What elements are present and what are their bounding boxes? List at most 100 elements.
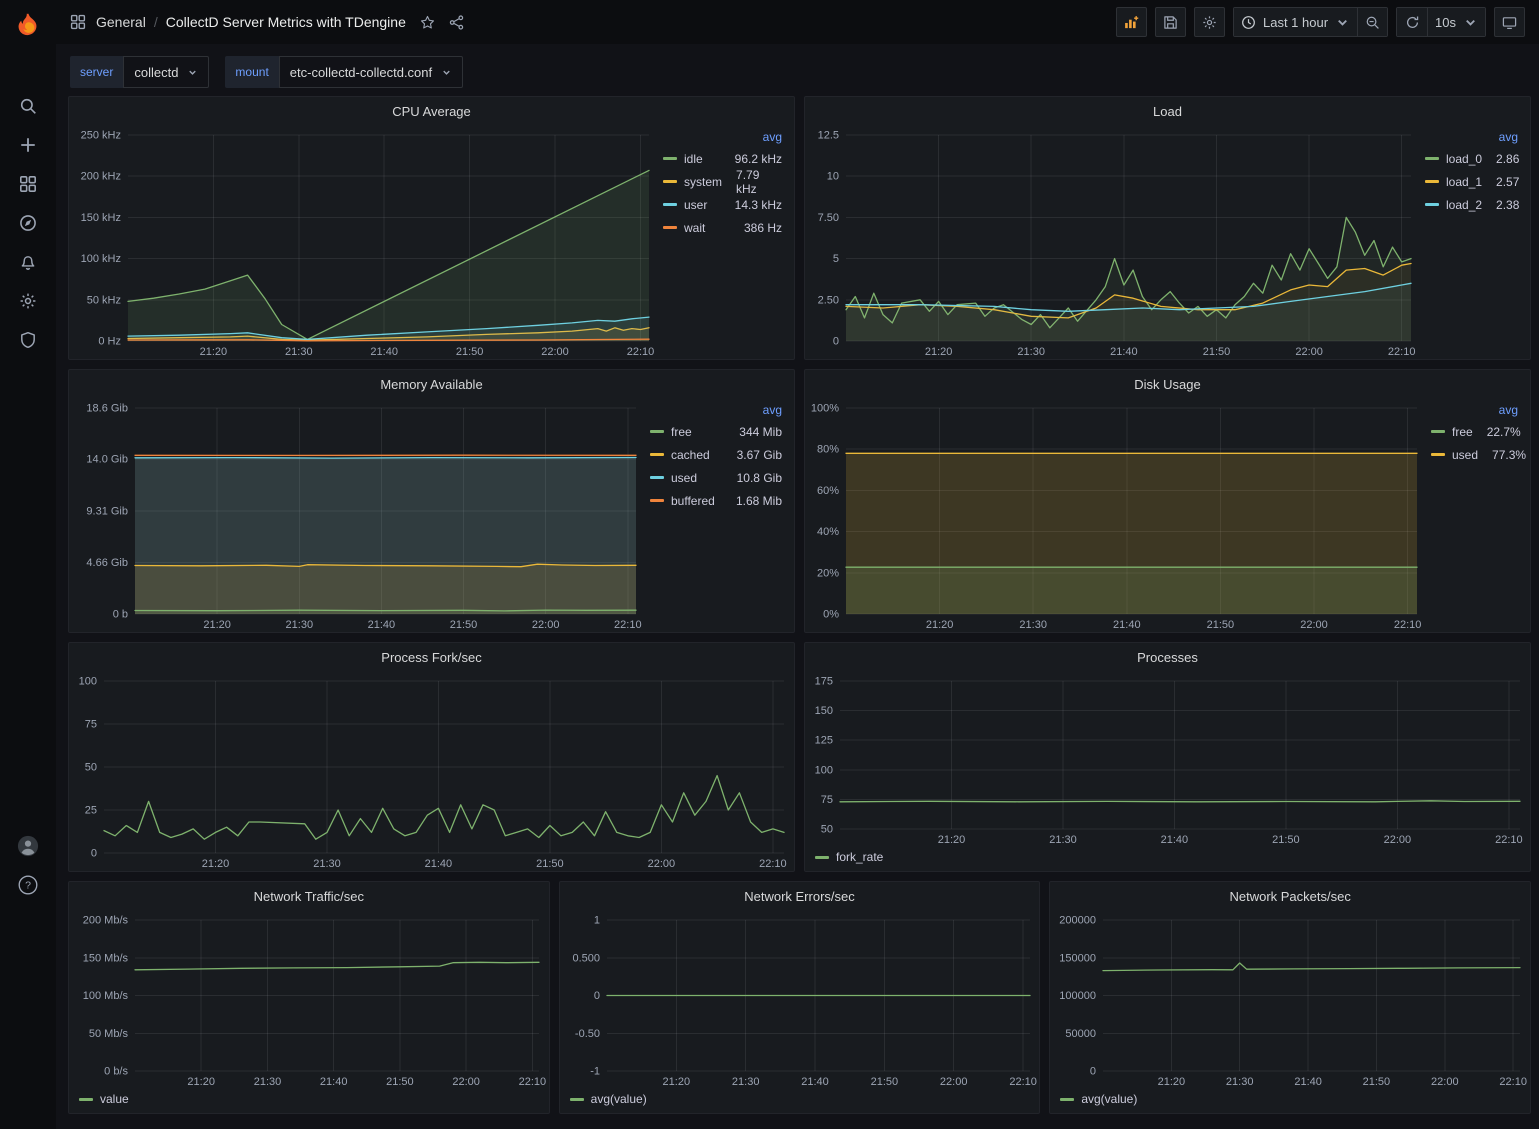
legend-item[interactable]: user14.3 kHz (663, 193, 782, 216)
user-avatar[interactable] (8, 826, 48, 865)
alerting-bell-icon[interactable] (8, 242, 48, 281)
server-admin-shield-icon[interactable] (8, 320, 48, 359)
add-panel-button[interactable] (1116, 7, 1147, 37)
panel-network-traffic-sec: Network Traffic/sec0 b/s50 Mb/s100 Mb/s1… (68, 881, 550, 1114)
time-series-graph[interactable]: 025507510021:2021:3021:4021:5022:0022:10 (69, 671, 794, 871)
legend-item[interactable]: load_12.57 (1425, 170, 1518, 193)
legend-item[interactable]: system7.79 kHz (663, 170, 782, 193)
time-series-graph[interactable]: 02.5057.501012.521:2021:3021:4021:5022:0… (805, 125, 1421, 359)
panel-title[interactable]: Network Packets/sec (1050, 882, 1530, 910)
variable-value-dropdown[interactable]: etc-collectd-collectd.conf (279, 56, 463, 88)
panel-title[interactable]: Load (805, 97, 1530, 125)
legend-item[interactable]: used10.8 Gib (650, 466, 782, 489)
svg-text:22:10: 22:10 (1009, 1076, 1037, 1088)
legend-avg-header[interactable]: avg (1425, 127, 1518, 147)
svg-text:50: 50 (85, 762, 97, 774)
panel-title[interactable]: Network Errors/sec (560, 882, 1040, 910)
legend-series-name: user (684, 198, 707, 212)
legend-series-name: idle (684, 152, 703, 166)
dashboards-icon[interactable] (8, 164, 48, 203)
svg-text:21:20: 21:20 (938, 834, 966, 846)
refresh-interval-dropdown[interactable]: 10s (1427, 8, 1485, 36)
panel-title[interactable]: Processes (805, 643, 1530, 671)
panel-title[interactable]: Process Fork/sec (69, 643, 794, 671)
time-series-graph[interactable]: 0 b/s50 Mb/s100 Mb/s150 Mb/s200 Mb/s21:2… (69, 910, 549, 1089)
legend-series-color (650, 430, 664, 433)
svg-text:21:20: 21:20 (202, 858, 230, 870)
svg-text:80%: 80% (817, 444, 839, 456)
time-series-graph[interactable]: 0 Hz50 kHz100 kHz150 kHz200 kHz250 kHz21… (69, 125, 659, 359)
legend-series-name: avg(value) (591, 1092, 647, 1106)
grafana-logo-icon[interactable] (8, 8, 48, 42)
sidebar-bottom: ? (0, 826, 56, 904)
dashboard-settings-button[interactable] (1194, 7, 1225, 37)
chevron-down-icon (1463, 15, 1478, 30)
legend-item[interactable]: cached3.67 Gib (650, 443, 782, 466)
panel-body: 0 b4.66 Gib9.31 Gib14.0 Gib18.6 Gib21:20… (69, 398, 794, 632)
legend-series-color (650, 499, 664, 502)
panel-network-packets-sec: Network Packets/sec050000100000150000200… (1049, 881, 1531, 1114)
svg-text:21:30: 21:30 (313, 858, 341, 870)
legend-item[interactable]: used77.3% (1431, 443, 1518, 466)
time-series-graph[interactable]: 507510012515017521:2021:3021:4021:5022:0… (805, 671, 1530, 847)
time-series-graph[interactable]: -1-0.5000.500121:2021:3021:4021:5022:002… (560, 910, 1040, 1089)
legend-item[interactable]: value (79, 1092, 129, 1106)
refresh-button[interactable] (1397, 8, 1427, 36)
svg-text:22:00: 22:00 (1300, 619, 1328, 631)
legend-item[interactable]: free22.7% (1431, 420, 1518, 443)
panel-title[interactable]: Disk Usage (805, 370, 1530, 398)
legend-avg-header[interactable]: avg (1431, 400, 1518, 420)
panel-body: 0 b/s50 Mb/s100 Mb/s150 Mb/s200 Mb/s21:2… (69, 910, 549, 1089)
share-icon[interactable] (449, 15, 464, 30)
panel-legend: fork_rate (805, 847, 1530, 871)
variable-value-dropdown[interactable]: collectd (123, 56, 209, 88)
panel-title[interactable]: Network Traffic/sec (69, 882, 549, 910)
legend-series-value: 96.2 kHz (721, 152, 782, 166)
legend-series-name: load_1 (1446, 175, 1482, 189)
svg-text:0: 0 (594, 990, 600, 1002)
explore-compass-icon[interactable] (8, 203, 48, 242)
panel-legend: avg idle 96.2 kHz system7.79 kHzuser14.3 kH… (659, 125, 794, 359)
legend-series-color (815, 856, 829, 859)
legend-item[interactable]: free344 Mib (650, 420, 782, 443)
zoom-out-time-button[interactable] (1357, 8, 1387, 36)
legend-series-value: 3.67 Gib (723, 448, 782, 462)
panel-title[interactable]: CPU Average (69, 97, 794, 125)
panel-body: 0 Hz50 kHz100 kHz150 kHz200 kHz250 kHz21… (69, 125, 794, 359)
time-series-graph[interactable]: 05000010000015000020000021:2021:3021:402… (1050, 910, 1530, 1089)
help-icon[interactable]: ? (8, 865, 48, 904)
legend-item[interactable]: avg(value) (570, 1092, 647, 1106)
legend-item[interactable]: buffered1.68 Mib (650, 489, 782, 512)
svg-text:21:50: 21:50 (1207, 619, 1235, 631)
time-range-picker[interactable]: Last 1 hour (1234, 8, 1357, 36)
time-series-graph[interactable]: 0 b4.66 Gib9.31 Gib14.0 Gib18.6 Gib21:20… (69, 398, 646, 632)
chart-canvas: -1-0.5000.500121:2021:3021:4021:5022:002… (560, 910, 1040, 1089)
configuration-gear-icon[interactable] (8, 281, 48, 320)
save-dashboard-button[interactable] (1155, 7, 1186, 37)
panel-title[interactable]: Memory Available (69, 370, 794, 398)
chart-canvas: 0 b4.66 Gib9.31 Gib14.0 Gib18.6 Gib21:20… (69, 398, 646, 632)
svg-text:100 Mb/s: 100 Mb/s (83, 990, 129, 1002)
breadcrumb-separator: / (154, 14, 158, 30)
search-icon[interactable] (8, 86, 48, 125)
legend-item[interactable]: load_02.86 (1425, 147, 1518, 170)
legend-series-name: free (1452, 425, 1473, 439)
legend-item[interactable]: wait386 Hz (663, 216, 782, 239)
svg-text:-1: -1 (590, 1066, 600, 1078)
tv-mode-button[interactable] (1494, 7, 1525, 37)
legend-series-value: 1.68 Mib (722, 494, 782, 508)
chart-canvas: 0 Hz50 kHz100 kHz150 kHz200 kHz250 kHz21… (69, 125, 659, 359)
time-series-graph[interactable]: 0%20%40%60%80%100%21:2021:3021:4021:5022… (805, 398, 1427, 632)
svg-text:5: 5 (833, 253, 839, 265)
svg-text:21:30: 21:30 (254, 1076, 282, 1088)
svg-text:21:50: 21:50 (456, 346, 484, 358)
legend-avg-header[interactable]: avg (663, 127, 782, 147)
legend-item[interactable]: avg(value) (1060, 1092, 1137, 1106)
breadcrumb-folder[interactable]: General (96, 14, 146, 30)
legend-avg-header[interactable]: avg (650, 400, 782, 420)
create-add-icon[interactable] (8, 125, 48, 164)
legend-series-color (1425, 157, 1439, 160)
legend-item[interactable]: load_22.38 (1425, 193, 1518, 216)
legend-item[interactable]: fork_rate (815, 850, 883, 864)
star-icon[interactable] (420, 15, 435, 30)
